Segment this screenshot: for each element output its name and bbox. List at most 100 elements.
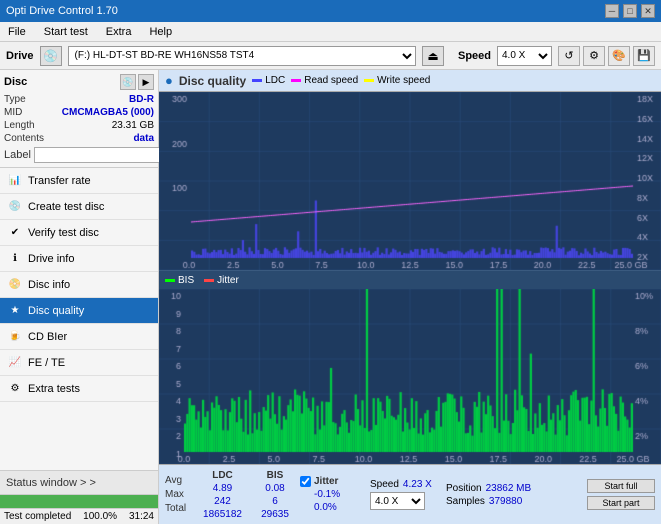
ldc-label: LDC bbox=[265, 75, 285, 86]
minimize-button[interactable]: ─ bbox=[605, 4, 619, 18]
max-label: Max bbox=[165, 489, 195, 500]
disc-label-input[interactable] bbox=[34, 147, 172, 163]
disc-type-row: Type BD-R bbox=[4, 94, 154, 105]
menu-file[interactable]: File bbox=[4, 22, 30, 41]
start-full-button[interactable]: Start full bbox=[587, 479, 655, 493]
samples-val: 379880 bbox=[489, 496, 522, 507]
menu-extra[interactable]: Extra bbox=[102, 22, 136, 41]
sidebar-item-disc-info[interactable]: 📀 Disc info bbox=[0, 272, 158, 298]
cd-bier-icon: 🍺 bbox=[8, 330, 22, 344]
disc-length-key: Length bbox=[4, 120, 35, 131]
sidebar: Disc 💿 ▶ Type BD-R MID CMCMAGBA5 (000) L… bbox=[0, 70, 159, 524]
drive-icon[interactable]: 💿 bbox=[40, 46, 62, 66]
position-key: Position bbox=[446, 483, 482, 494]
speed-val: 4.23 X bbox=[403, 479, 432, 490]
lower-chart-header: BIS Jitter bbox=[159, 271, 661, 289]
menu-help[interactable]: Help bbox=[145, 22, 176, 41]
sidebar-item-disc-info-label: Disc info bbox=[28, 279, 70, 291]
avg-label: Avg bbox=[165, 475, 195, 486]
sidebar-item-verify-test-disc-label: Verify test disc bbox=[28, 227, 99, 239]
disc-icon-1[interactable]: 💿 bbox=[120, 74, 136, 90]
drive-label: Drive bbox=[6, 50, 34, 62]
stats-speed: Speed 4.23 X 4.0 X bbox=[370, 479, 440, 510]
upper-chart bbox=[159, 92, 661, 271]
stats-jitter: Jitter -0.1% 0.0% bbox=[300, 476, 370, 513]
disc-action-icons: 💿 ▶ bbox=[120, 74, 154, 90]
stats-ldc-total: 1865182 bbox=[203, 509, 242, 520]
progress-bar-fill bbox=[0, 495, 158, 508]
stats-bis: BIS 0.08 6 29635 bbox=[250, 470, 300, 520]
sidebar-item-fe-te[interactable]: 📈 FE / TE bbox=[0, 350, 158, 376]
disc-type-val: BD-R bbox=[129, 94, 154, 105]
action-buttons: ↺ ⚙ 🎨 💾 bbox=[558, 46, 655, 66]
write-speed-label: Write speed bbox=[377, 75, 430, 86]
sidebar-item-fe-te-label: FE / TE bbox=[28, 357, 65, 369]
disc-quality-title: Disc quality bbox=[179, 74, 246, 88]
create-test-disc-icon: 💿 bbox=[8, 200, 22, 214]
legend-write-speed: Write speed bbox=[364, 75, 430, 86]
stats-bis-avg: 0.08 bbox=[265, 483, 284, 494]
disc-icon-2[interactable]: ▶ bbox=[138, 74, 154, 90]
disc-quality-icon: ★ bbox=[8, 304, 22, 318]
settings-button[interactable]: ⚙ bbox=[583, 46, 605, 66]
stats-ldc-header: LDC bbox=[212, 470, 233, 481]
ldc-dot bbox=[252, 79, 262, 82]
disc-length-val: 23.31 GB bbox=[112, 120, 154, 131]
position-row: Position 23862 MB bbox=[446, 483, 536, 494]
sidebar-item-verify-test-disc[interactable]: ✔ Verify test disc bbox=[0, 220, 158, 246]
verify-test-disc-icon: ✔ bbox=[8, 226, 22, 240]
bis-dot bbox=[165, 279, 175, 282]
menu-start-test[interactable]: Start test bbox=[40, 22, 92, 41]
drive-select[interactable]: (F:) HL-DT-ST BD-RE WH16NS58 TST4 bbox=[68, 46, 416, 66]
disc-section: Disc 💿 ▶ Type BD-R MID CMCMAGBA5 (000) L… bbox=[0, 70, 158, 168]
nav-items: 📊 Transfer rate 💿 Create test disc ✔ Ver… bbox=[0, 168, 158, 470]
refresh-button[interactable]: ↺ bbox=[558, 46, 580, 66]
sidebar-item-disc-quality-label: Disc quality bbox=[28, 305, 84, 317]
speed-dropdown[interactable]: 4.0 X bbox=[370, 492, 425, 510]
stats-bar: Avg Max Total LDC 4.89 242 1865182 BIS 0… bbox=[159, 464, 661, 524]
app-title: Opti Drive Control 1.70 bbox=[6, 5, 118, 17]
start-part-button[interactable]: Start part bbox=[587, 496, 655, 510]
disc-section-title: Disc bbox=[4, 76, 27, 88]
speed-select[interactable]: 4.0 X bbox=[497, 46, 552, 66]
status-window-label: Status window > > bbox=[6, 477, 96, 489]
stats-ldc: LDC 4.89 242 1865182 bbox=[195, 470, 250, 520]
sidebar-item-extra-tests[interactable]: ⚙ Extra tests bbox=[0, 376, 158, 402]
sidebar-item-transfer-rate[interactable]: 📊 Transfer rate bbox=[0, 168, 158, 194]
close-button[interactable]: ✕ bbox=[641, 4, 655, 18]
position-samples: Position 23862 MB Samples 379880 bbox=[446, 483, 536, 507]
status-text-row: Test completed 100.0% 31:24 bbox=[0, 508, 158, 524]
maximize-button[interactable]: □ bbox=[623, 4, 637, 18]
legend-read-speed: Read speed bbox=[291, 75, 358, 86]
disc-contents-row: Contents data bbox=[4, 133, 154, 144]
stats-ldc-avg: 4.89 bbox=[213, 483, 232, 494]
status-window-button[interactable]: Status window > > bbox=[0, 470, 158, 494]
color-button[interactable]: 🎨 bbox=[608, 46, 630, 66]
jitter-header-label: Jitter bbox=[314, 476, 338, 487]
menu-bar: File Start test Extra Help bbox=[0, 22, 661, 42]
title-bar: Opti Drive Control 1.70 ─ □ ✕ bbox=[0, 0, 661, 22]
eject-button[interactable]: ⏏ bbox=[422, 46, 444, 66]
jitter-checkbox[interactable] bbox=[300, 476, 311, 487]
disc-mid-key: MID bbox=[4, 107, 22, 118]
sidebar-item-create-test-disc[interactable]: 💿 Create test disc bbox=[0, 194, 158, 220]
sidebar-item-cd-bier-label: CD BIer bbox=[28, 331, 67, 343]
legend-jitter-chart: Jitter bbox=[204, 275, 239, 286]
sidebar-item-drive-info-label: Drive info bbox=[28, 253, 74, 265]
sidebar-item-transfer-rate-label: Transfer rate bbox=[28, 175, 91, 187]
stats-jitter-max: 0.0% bbox=[300, 502, 370, 513]
sidebar-item-drive-info[interactable]: ℹ Drive info bbox=[0, 246, 158, 272]
legend-bis: BIS bbox=[165, 275, 194, 286]
write-speed-dot bbox=[364, 79, 374, 82]
drive-info-icon: ℹ bbox=[8, 252, 22, 266]
read-speed-dot bbox=[291, 79, 301, 82]
sidebar-item-disc-quality[interactable]: ★ Disc quality bbox=[0, 298, 158, 324]
legend-ldc: LDC bbox=[252, 75, 285, 86]
jitter-dot bbox=[204, 279, 214, 282]
disc-header: Disc 💿 ▶ bbox=[4, 74, 154, 90]
fe-te-icon: 📈 bbox=[8, 356, 22, 370]
progress-percent: 100.0% bbox=[83, 511, 117, 522]
save-button[interactable]: 💾 bbox=[633, 46, 655, 66]
sidebar-item-cd-bier[interactable]: 🍺 CD BIer bbox=[0, 324, 158, 350]
stats-jitter-avg: -0.1% bbox=[300, 489, 370, 500]
